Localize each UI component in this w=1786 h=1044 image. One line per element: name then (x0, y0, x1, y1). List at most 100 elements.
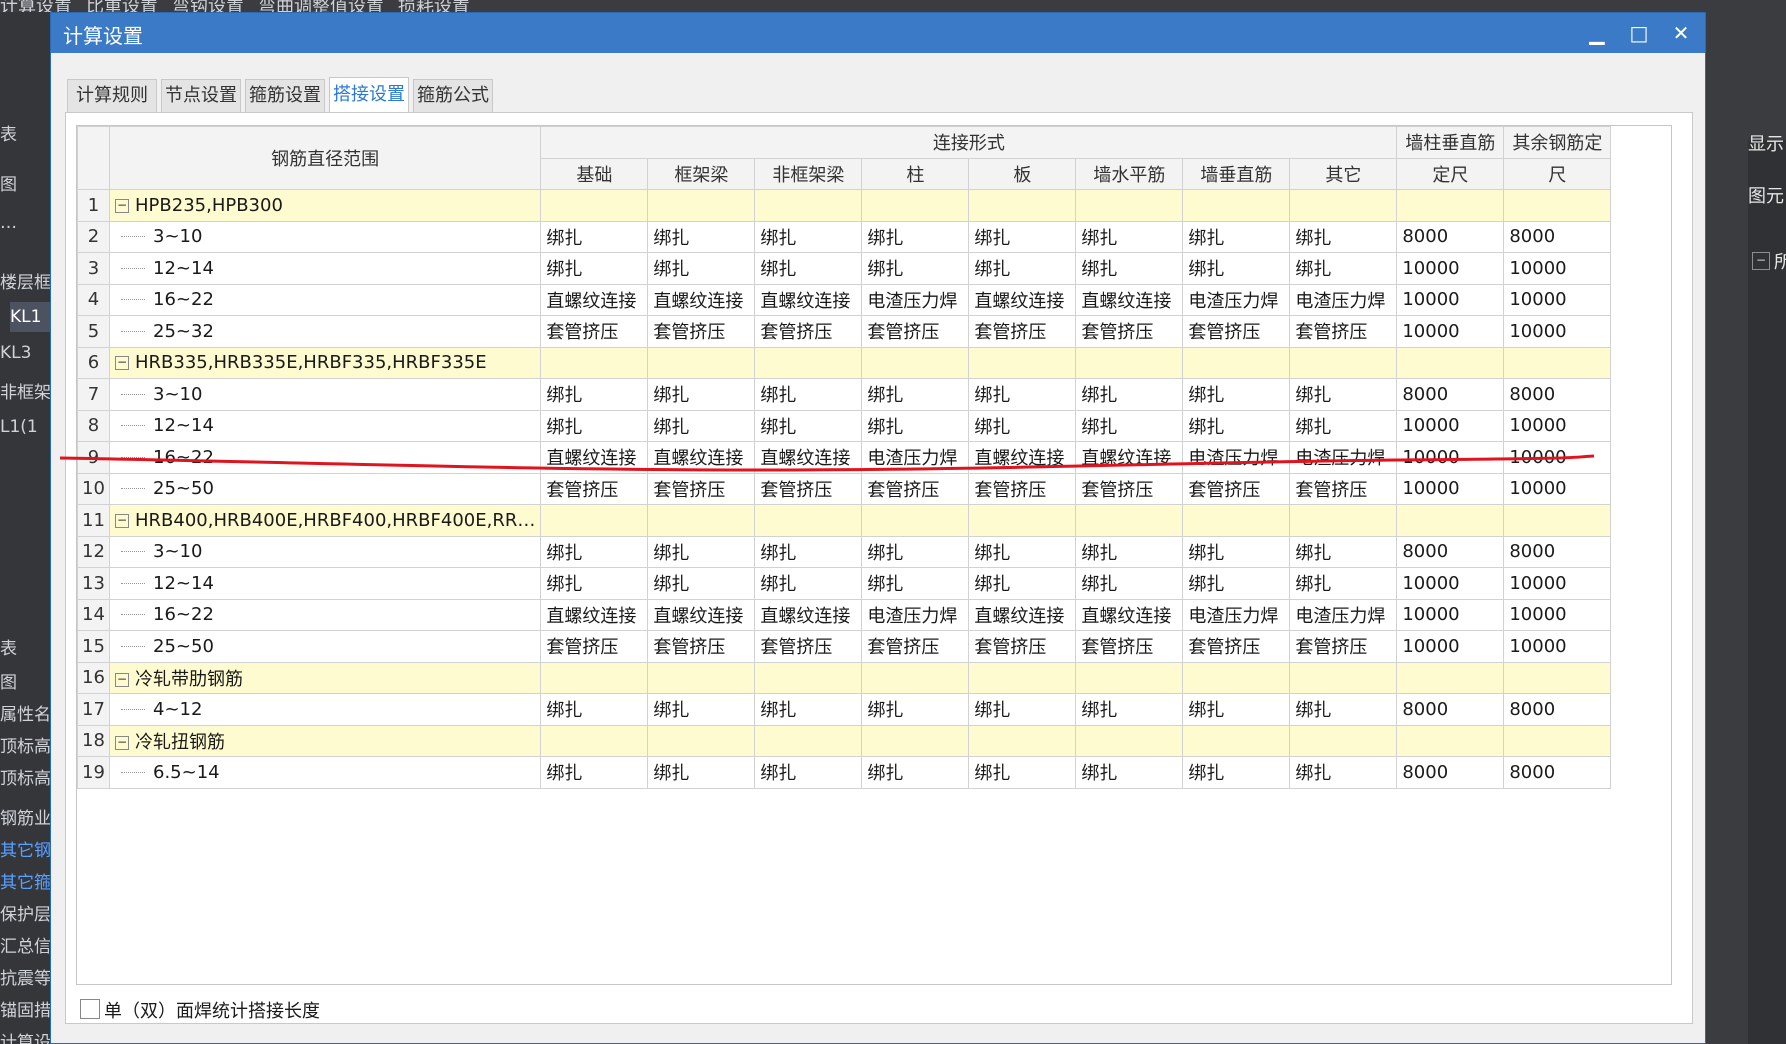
connection-cell[interactable]: 绑扎 (647, 567, 756, 600)
connection-cell[interactable] (968, 724, 1077, 757)
background-left-item[interactable]: 汇总信 (0, 932, 50, 962)
background-left-item[interactable]: 图 (0, 170, 50, 200)
collapse-icon[interactable]: − (115, 672, 129, 687)
table-row[interactable]: 13 12~14 绑扎 绑扎 绑扎 绑扎 绑扎 绑扎 绑扎 绑扎 10000 10000 (77, 567, 1612, 600)
connection-cell[interactable]: 绑扎 (540, 378, 649, 411)
connection-cell[interactable]: 绑扎 (754, 378, 863, 411)
other-length-cell[interactable]: 8000 (1503, 693, 1612, 726)
maximize-button[interactable]: □ (1619, 13, 1659, 53)
connection-cell[interactable]: 绑扎 (647, 409, 756, 442)
wall-column-length-cell[interactable]: 10000 (1396, 598, 1505, 631)
connection-cell[interactable] (1182, 504, 1291, 537)
background-left-item[interactable]: KL3 (0, 338, 50, 368)
table-row[interactable]: 10 25~50 套管挤压 套管挤压 套管挤压 套管挤压 套管挤压 套管挤压 套管挤压 套管挤压 1… (77, 472, 1612, 505)
connection-cell[interactable]: 绑扎 (1182, 535, 1291, 568)
connection-cell[interactable]: 电渣压力焊 (1182, 283, 1291, 316)
tab-5[interactable]: 箍筋公式 (413, 79, 493, 112)
wall-column-length-cell[interactable]: 10000 (1396, 567, 1505, 600)
connection-cell[interactable]: 套管挤压 (1075, 315, 1184, 348)
other-length-cell[interactable]: 10000 (1503, 567, 1612, 600)
connection-cell[interactable]: 绑扎 (861, 756, 970, 789)
group-row[interactable]: 11− HRB400,HRB400E,HRBF400,HRBF400E,RR… (77, 504, 1612, 537)
table-row[interactable]: 7 3~10 绑扎 绑扎 绑扎 绑扎 绑扎 绑扎 绑扎 绑扎 8000 8000 (77, 378, 1612, 411)
other-length-cell[interactable]: 10000 (1503, 598, 1612, 631)
connection-cell[interactable] (1289, 504, 1398, 537)
connection-cell[interactable]: 套管挤压 (1075, 472, 1184, 505)
wall-column-length-cell[interactable]: 8000 (1396, 756, 1505, 789)
background-left-item[interactable]: 计算设 (0, 1028, 50, 1044)
connection-cell[interactable]: 绑扎 (540, 567, 649, 600)
connection-cell[interactable]: 电渣压力焊 (1182, 598, 1291, 631)
connection-cell[interactable]: 绑扎 (1182, 220, 1291, 253)
connection-cell[interactable]: 套管挤压 (1075, 630, 1184, 663)
background-left-item[interactable]: 抗震等 (0, 964, 50, 994)
other-length-cell[interactable] (1503, 346, 1612, 379)
wall-column-length-cell[interactable] (1396, 661, 1505, 694)
wall-column-length-cell[interactable] (1396, 724, 1505, 757)
other-length-cell[interactable]: 10000 (1503, 630, 1612, 663)
range-cell[interactable]: − 冷轧带肋钢筋 (108, 661, 542, 694)
connection-cell[interactable] (861, 724, 970, 757)
connection-cell[interactable]: 直螺纹连接 (968, 283, 1077, 316)
connection-cell[interactable]: 套管挤压 (647, 472, 756, 505)
connection-cell[interactable]: 直螺纹连接 (1075, 441, 1184, 474)
connection-cell[interactable]: 绑扎 (1075, 535, 1184, 568)
connection-cell[interactable] (1182, 661, 1291, 694)
connection-cell[interactable]: 电渣压力焊 (861, 598, 970, 631)
background-left-item[interactable]: 其它箍 (0, 868, 50, 898)
wall-column-length-cell[interactable]: 10000 (1396, 409, 1505, 442)
connection-cell[interactable]: 电渣压力焊 (1289, 441, 1398, 474)
connection-cell[interactable]: 绑扎 (754, 535, 863, 568)
connection-cell[interactable]: 绑扎 (540, 693, 649, 726)
table-row[interactable]: 12 3~10 绑扎 绑扎 绑扎 绑扎 绑扎 绑扎 绑扎 绑扎 8000 8000 (77, 535, 1612, 568)
other-length-cell[interactable]: 8000 (1503, 535, 1612, 568)
table-row[interactable]: 15 25~50 套管挤压 套管挤压 套管挤压 套管挤压 套管挤压 套管挤压 套管挤压 套管挤压 1… (77, 630, 1612, 663)
wall-column-length-cell[interactable]: 8000 (1396, 535, 1505, 568)
connection-cell[interactable] (647, 189, 756, 222)
connection-cell[interactable] (1075, 661, 1184, 694)
connection-cell[interactable]: 套管挤压 (540, 472, 649, 505)
range-cell[interactable]: 4~12 (108, 693, 542, 726)
tab-3[interactable]: 箍筋设置 (245, 79, 325, 112)
connection-cell[interactable]: 绑扎 (861, 693, 970, 726)
range-cell[interactable]: − HRB335,HRB335E,HRBF335,HRBF335E (108, 346, 542, 379)
group-row[interactable]: 16− 冷轧带肋钢筋 (77, 661, 1612, 694)
connection-cell[interactable]: 绑扎 (647, 252, 756, 285)
connection-cell[interactable]: 套管挤压 (861, 630, 970, 663)
background-left-item[interactable]: 其它钢 (0, 836, 50, 866)
connection-cell[interactable]: 绑扎 (968, 409, 1077, 442)
connection-cell[interactable] (1289, 661, 1398, 694)
collapse-icon[interactable]: − (115, 356, 129, 371)
collapse-icon[interactable]: − (1752, 252, 1770, 270)
connection-cell[interactable]: 绑扎 (861, 252, 970, 285)
connection-cell[interactable] (1075, 346, 1184, 379)
connection-cell[interactable] (754, 346, 863, 379)
connection-cell[interactable]: 直螺纹连接 (968, 441, 1077, 474)
connection-cell[interactable]: 绑扎 (1075, 567, 1184, 600)
connection-cell[interactable]: 绑扎 (1182, 567, 1291, 600)
collapse-icon[interactable]: − (115, 513, 129, 528)
range-cell[interactable]: − HRB400,HRB400E,HRBF400,HRBF400E,RR… (108, 504, 542, 537)
connection-cell[interactable]: 绑扎 (540, 409, 649, 442)
connection-cell[interactable]: 套管挤压 (647, 315, 756, 348)
table-row[interactable]: 5 25~32 套管挤压 套管挤压 套管挤压 套管挤压 套管挤压 套管挤压 套管挤压 套管挤压 10… (77, 315, 1612, 348)
group-row[interactable]: 18− 冷轧扭钢筋 (77, 724, 1612, 757)
range-cell[interactable]: − 冷轧扭钢筋 (108, 724, 542, 757)
connection-cell[interactable]: 绑扎 (968, 220, 1077, 253)
connection-cell[interactable]: 电渣压力焊 (1289, 598, 1398, 631)
connection-cell[interactable]: 绑扎 (540, 220, 649, 253)
connection-cell[interactable]: 绑扎 (754, 567, 863, 600)
connection-cell[interactable] (647, 504, 756, 537)
connection-cell[interactable]: 套管挤压 (1182, 630, 1291, 663)
connection-cell[interactable]: 套管挤压 (1182, 472, 1291, 505)
connection-cell[interactable]: 绑扎 (647, 220, 756, 253)
connection-cell[interactable] (861, 346, 970, 379)
connection-cell[interactable] (754, 504, 863, 537)
wall-column-length-cell[interactable]: 10000 (1396, 441, 1505, 474)
connection-cell[interactable] (1289, 189, 1398, 222)
connection-cell[interactable]: 套管挤压 (754, 630, 863, 663)
connection-cell[interactable]: 绑扎 (647, 535, 756, 568)
table-row[interactable]: 4 16~22 直螺纹连接 直螺纹连接 直螺纹连接 电渣压力焊 直螺纹连接 直螺纹连接 电渣压力… (77, 283, 1612, 316)
connection-cell[interactable]: 套管挤压 (754, 472, 863, 505)
connection-cell[interactable]: 绑扎 (647, 693, 756, 726)
